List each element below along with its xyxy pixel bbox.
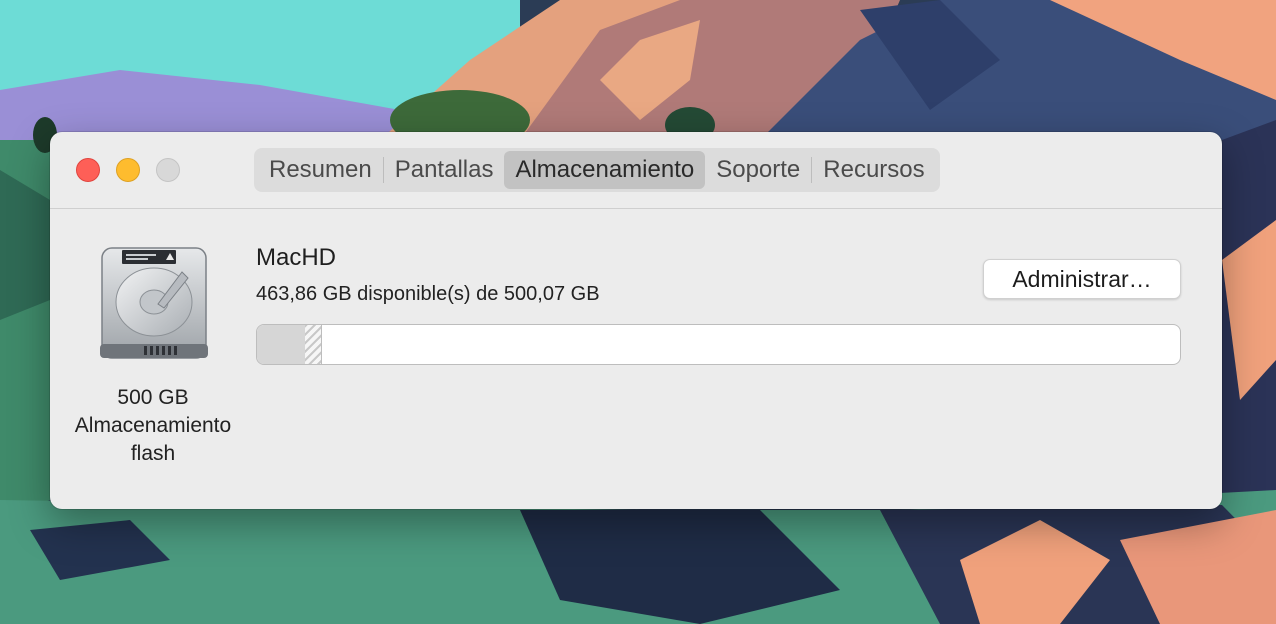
disk-capacity: 500 GB	[117, 386, 189, 409]
zoom-button[interactable]	[156, 158, 180, 182]
tab-resumen[interactable]: Resumen	[258, 151, 383, 189]
tab-almacenamiento[interactable]: Almacenamiento	[504, 151, 706, 189]
storage-used-segment	[257, 325, 305, 364]
tab-recursos[interactable]: Recursos	[812, 151, 935, 189]
disk-caption: 500 GB Almacenamiento flash	[50, 384, 256, 468]
disk-type: Almacenamiento	[74, 414, 232, 437]
manage-button[interactable]: Administrar…	[983, 259, 1181, 299]
storage-other-segment	[304, 325, 322, 364]
storage-usage-bar	[256, 324, 1181, 365]
tab-pantallas[interactable]: Pantallas	[384, 151, 505, 189]
close-button[interactable]	[76, 158, 100, 182]
volume-name: MacHD	[256, 244, 337, 271]
tab-soporte[interactable]: Soporte	[705, 151, 811, 189]
tab-bar: Resumen Pantallas Almacenamiento Soporte…	[254, 148, 940, 192]
hard-drive-icon	[100, 247, 208, 359]
minimize-button[interactable]	[116, 158, 140, 182]
about-this-mac-window: Resumen Pantallas Almacenamiento Soporte…	[50, 132, 1222, 509]
disk-type-suffix: flash	[130, 442, 176, 465]
volume-availability: 463,86 GB disponible(s) de 500,07 GB	[256, 283, 600, 305]
window-toolbar: Resumen Pantallas Almacenamiento Soporte…	[50, 132, 1222, 209]
